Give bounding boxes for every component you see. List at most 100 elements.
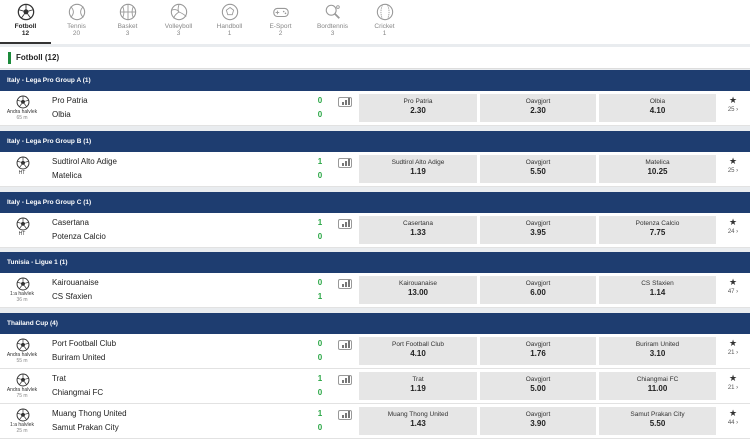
star-icon[interactable]: ★ (720, 156, 746, 166)
section-header[interactable]: Fotboll (12) (0, 47, 750, 69)
tab-esport[interactable]: E-Sport 2 (255, 0, 306, 44)
stats-icon[interactable] (338, 375, 352, 385)
tab-count: 1 (382, 30, 387, 37)
odds-draw-button[interactable]: Oavgjort 1.76 (480, 337, 596, 365)
star-icon[interactable]: ★ (720, 373, 746, 383)
more-markets-button[interactable]: ★ 21 › (720, 338, 746, 358)
match-status: 1:a halvlek 25 m (2, 422, 42, 434)
away-team[interactable]: Matelica (52, 171, 82, 180)
stats-icon[interactable] (338, 97, 352, 107)
tab-bordtennis[interactable]: Bordtennis 3 (306, 0, 359, 44)
tennis-ball-icon (68, 3, 85, 21)
match-row[interactable]: 1:a halvlek 25 m Muang Thong United Samu… (0, 404, 750, 439)
league-header[interactable]: Italy - Lega Pro Group A (1) (0, 70, 750, 91)
away-team[interactable]: Chiangmai FC (52, 388, 103, 397)
more-markets-button[interactable]: ★ 25 › (720, 156, 746, 176)
match-row[interactable]: Andra halvlek 55 m Port Football Club Bu… (0, 334, 750, 369)
stats-icon[interactable] (338, 158, 352, 168)
match-row[interactable]: Andra halvlek 65 m Pro Patria Olbia 0 0 … (0, 91, 750, 126)
odds-home-button[interactable]: Sudtirol Alto Adige 1.19 (359, 155, 477, 183)
odds-label: Pro Patria (403, 98, 433, 105)
stats-icon[interactable] (338, 340, 352, 350)
tab-basket[interactable]: Basket 3 (102, 0, 153, 44)
odds-value: 10.25 (647, 167, 668, 176)
match-minute: 55 m (16, 358, 28, 364)
odds-draw-button[interactable]: Oavgjort 5.00 (480, 372, 596, 400)
tab-handboll[interactable]: Handboll 1 (204, 0, 255, 44)
league-header[interactable]: Tunisia - Ligue 1 (1) (0, 252, 750, 273)
odds-home-button[interactable]: Casertana 1.33 (359, 216, 477, 244)
match-minute: 25 m (16, 428, 28, 434)
odds-away-button[interactable]: Potenza Calcio 7.75 (599, 216, 716, 244)
home-team[interactable]: Pro Patria (52, 96, 88, 105)
tab-tennis[interactable]: Tennis 20 (51, 0, 102, 44)
odds-draw-button[interactable]: Oavgjort 3.95 (480, 216, 596, 244)
match-row[interactable]: HT Casertana Potenza Calcio 1 0 Casertan… (0, 213, 750, 248)
home-team[interactable]: Muang Thong United (52, 409, 127, 418)
chevron-right-icon: › (736, 168, 739, 174)
home-team[interactable]: Casertana (52, 218, 89, 227)
away-team[interactable]: Samut Prakan City (52, 423, 119, 432)
odds-home-button[interactable]: Muang Thong United 1.43 (359, 407, 477, 435)
soccer-ball-icon (16, 408, 30, 422)
more-markets-button[interactable]: ★ 21 › (720, 373, 746, 393)
more-markets-count: 25 (727, 168, 735, 174)
match-row[interactable]: 1:a halvlek 36 m Kairouanaise CS Sfaxien… (0, 273, 750, 308)
odds-label: Oavgjort (525, 280, 551, 287)
home-score: 0 (317, 278, 323, 287)
home-team[interactable]: Kairouanaise (52, 278, 99, 287)
table-tennis-icon (325, 4, 340, 19)
odds-away-button[interactable]: Samut Prakan City 5.50 (599, 407, 716, 435)
odds-away-button[interactable]: Matelica 10.25 (599, 155, 716, 183)
home-team[interactable]: Trat (52, 374, 66, 383)
star-icon[interactable]: ★ (720, 217, 746, 227)
home-team[interactable]: Port Football Club (52, 339, 116, 348)
league-header[interactable]: Italy - Lega Pro Group C (1) (0, 192, 750, 213)
odds-home-button[interactable]: Trat 1.19 (359, 372, 477, 400)
odds-home-button[interactable]: Port Football Club 4.10 (359, 337, 477, 365)
away-team[interactable]: Olbia (52, 110, 71, 119)
match-row[interactable]: HT Sudtirol Alto Adige Matelica 1 0 Sudt… (0, 152, 750, 187)
tab-fotboll[interactable]: Fotboll 12 (0, 0, 51, 44)
tab-volleyboll[interactable]: Volleyboll 3 (153, 0, 204, 44)
odds-draw-button[interactable]: Oavgjort 3.90 (480, 407, 596, 435)
star-icon[interactable]: ★ (720, 338, 746, 348)
odds-draw-button[interactable]: Oavgjort 2.30 (480, 94, 596, 122)
odds-away-button[interactable]: Olbia 4.10 (599, 94, 716, 122)
odds-value: 5.50 (649, 419, 666, 428)
stats-icon[interactable] (338, 410, 352, 420)
odds-draw-button[interactable]: Oavgjort 6.00 (480, 276, 596, 304)
odds-away-button[interactable]: Chiangmai FC 11.00 (599, 372, 716, 400)
star-icon[interactable]: ★ (720, 408, 746, 418)
star-icon[interactable]: ★ (720, 277, 746, 287)
more-markets-button[interactable]: ★ 25 › (720, 95, 746, 115)
league-header[interactable]: Thailand Cup (4) (0, 313, 750, 334)
more-markets-button[interactable]: ★ 24 › (720, 217, 746, 237)
more-markets-button[interactable]: ★ 47 › (720, 277, 746, 297)
home-team[interactable]: Sudtirol Alto Adige (52, 157, 117, 166)
stats-icon[interactable] (338, 279, 352, 289)
odds-value: 3.10 (649, 349, 666, 358)
odds-draw-button[interactable]: Oavgjort 5.50 (480, 155, 596, 183)
away-team[interactable]: Buriram United (52, 353, 105, 362)
away-score: 1 (317, 292, 323, 301)
odds-home-button[interactable]: Kairouanaise 13.00 (359, 276, 477, 304)
star-icon[interactable]: ★ (720, 95, 746, 105)
tab-cricket[interactable]: Cricket 1 (359, 0, 410, 44)
more-markets-count: 21 (727, 350, 735, 356)
odds-label: Kairouanaise (399, 280, 437, 287)
more-markets-button[interactable]: ★ 44 › (720, 408, 746, 428)
league-header[interactable]: Italy - Lega Pro Group B (1) (0, 131, 750, 152)
odds-away-button[interactable]: CS Sfaxien 1.14 (599, 276, 716, 304)
odds-away-button[interactable]: Buriram United 3.10 (599, 337, 716, 365)
sports-tab-bar: Fotboll 12 Tennis 20 Basket 3 Volleyboll… (0, 0, 750, 44)
match-row[interactable]: Andra halvlek 75 m Trat Chiangmai FC 1 0… (0, 369, 750, 404)
away-team[interactable]: CS Sfaxien (52, 292, 92, 301)
tab-label: E-Sport (269, 23, 292, 30)
match-status: HT (2, 170, 42, 176)
odds-home-button[interactable]: Pro Patria 2.30 (359, 94, 477, 122)
odds-label: Port Football Club (391, 341, 445, 348)
soccer-ball-icon (16, 338, 30, 352)
stats-icon[interactable] (338, 219, 352, 229)
away-team[interactable]: Potenza Calcio (52, 232, 106, 241)
